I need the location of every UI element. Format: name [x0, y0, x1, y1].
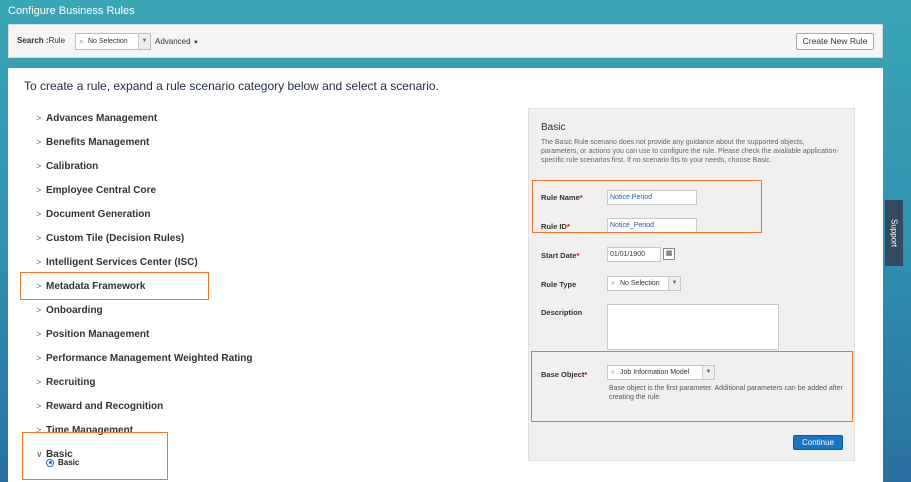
category-document-generation[interactable]: > Document Generation [36, 202, 296, 226]
main-content: To create a rule, expand a rule scenario… [8, 68, 883, 482]
chevron-right-icon: > [36, 137, 42, 147]
chevron-right-icon: > [36, 281, 42, 291]
chevron-right-icon: > [36, 233, 42, 243]
category-position-management[interactable]: > Position Management [36, 322, 296, 346]
search-toolbar: Search :Rule ⌕ No Selection ▼ Advanced ▼… [8, 24, 883, 58]
start-date-input[interactable]: 01/01/1900 [607, 247, 661, 262]
continue-button[interactable]: Continue [793, 435, 843, 450]
chevron-down-icon[interactable]: ▼ [138, 34, 150, 49]
chevron-right-icon: > [36, 257, 42, 267]
panel-title: Basic [541, 122, 566, 133]
chevron-right-icon: > [36, 113, 42, 123]
rule-name-input[interactable]: Notice Period [607, 190, 697, 205]
search-label: Search :Rule [17, 36, 66, 45]
category-intelligent-services-center[interactable]: > Intelligent Services Center (ISC) [36, 250, 296, 274]
rule-type-label: Rule Type [541, 280, 577, 289]
start-date-label: Start Date* [541, 251, 580, 260]
radio-selected-icon[interactable] [46, 458, 54, 467]
search-icon: ⌕ [611, 369, 615, 376]
chevron-down-icon[interactable]: ▼ [702, 366, 714, 379]
rule-id-label: Rule ID* [541, 222, 570, 231]
intro-text: To create a rule, expand a rule scenario… [24, 79, 439, 93]
rule-name-label: Rule Name* [541, 193, 583, 202]
chevron-right-icon: > [36, 425, 42, 435]
base-object-label: Base Object* [541, 370, 588, 379]
chevron-right-icon: > [36, 161, 42, 171]
category-calibration[interactable]: > Calibration [36, 154, 296, 178]
caret-down-icon: ▼ [192, 40, 199, 46]
rule-type-select[interactable]: ⌕ No Selection ▼ [607, 276, 681, 291]
rule-type-value: No Selection [620, 280, 660, 287]
category-performance-management-weighted-rating[interactable]: > Performance Management Weighted Rating [36, 346, 296, 370]
search-icon: ⌕ [79, 37, 84, 46]
rule-details-panel: Basic The Basic Rule scenario does not p… [528, 108, 855, 461]
base-object-help: Base object is the first parameter. Addi… [609, 385, 843, 401]
category-reward-and-recognition[interactable]: > Reward and Recognition [36, 394, 296, 418]
category-recruiting[interactable]: > Recruiting [36, 370, 296, 394]
description-label: Description [541, 308, 583, 317]
base-object-value: Job Information Model [620, 369, 690, 376]
chevron-right-icon: > [36, 329, 42, 339]
search-icon: ⌕ [611, 280, 615, 287]
create-new-rule-button[interactable]: Create New Rule [796, 33, 874, 50]
category-employee-central-core[interactable]: > Employee Central Core [36, 178, 296, 202]
scenario-category-list: > Advances Management > Benefits Managemen… [36, 106, 296, 466]
chevron-right-icon: > [36, 401, 42, 411]
support-tab[interactable]: Support [885, 200, 903, 266]
chevron-down-icon: ∨ [36, 448, 43, 459]
advanced-dropdown[interactable]: Advanced ▼ [155, 37, 199, 46]
window-title: Configure Business Rules [8, 5, 135, 17]
scenario-basic-option[interactable]: Basic [46, 458, 79, 467]
chevron-right-icon: > [36, 209, 42, 219]
category-custom-tile[interactable]: > Custom Tile (Decision Rules) [36, 226, 296, 250]
rule-id-input[interactable]: Notice_Period [607, 218, 697, 233]
description-textarea[interactable] [607, 304, 779, 350]
chevron-right-icon: > [36, 377, 42, 387]
category-advances-management[interactable]: > Advances Management [36, 106, 296, 130]
chevron-down-icon[interactable]: ▼ [668, 277, 680, 290]
panel-description: The Basic Rule scenario does not provide… [541, 139, 839, 164]
search-field-label: Rule [48, 36, 66, 45]
category-metadata-framework[interactable]: > Metadata Framework [36, 274, 296, 298]
chevron-right-icon: > [36, 353, 42, 363]
category-time-management[interactable]: > Time Management [36, 418, 296, 442]
chevron-right-icon: > [36, 185, 42, 195]
calendar-icon[interactable]: ▦ [663, 248, 675, 260]
chevron-right-icon: > [36, 305, 42, 315]
category-benefits-management[interactable]: > Benefits Management [36, 130, 296, 154]
category-onboarding[interactable]: > Onboarding [36, 298, 296, 322]
search-rule-select[interactable]: ⌕ No Selection ▼ [75, 33, 151, 50]
search-rule-value: No Selection [88, 38, 128, 45]
base-object-select[interactable]: ⌕ Job Information Model ▼ [607, 365, 715, 380]
